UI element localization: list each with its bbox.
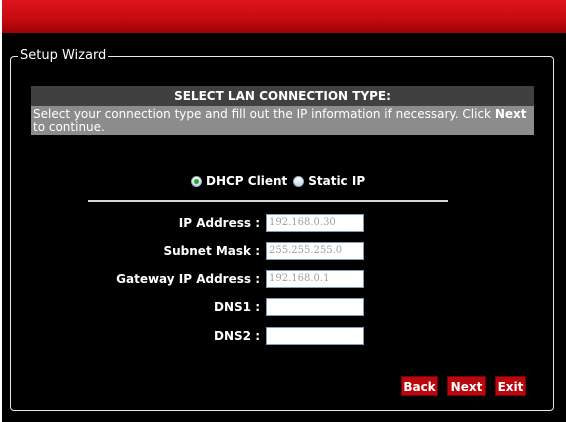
static-ip-radio[interactable]: [293, 175, 305, 187]
dns1-field[interactable]: [266, 298, 364, 316]
section-description: Select your connection type and fill out…: [31, 106, 534, 135]
exit-button[interactable]: Exit: [495, 376, 526, 396]
description-next-word: Next: [494, 107, 527, 121]
setup-wizard-legend: Setup Wizard: [18, 48, 109, 64]
ip-address-field[interactable]: 192.168.0.30: [266, 214, 364, 232]
dns2-label: DNS2 :: [214, 329, 260, 343]
dhcp-client-label[interactable]: DHCP Client: [206, 174, 287, 188]
divider: [88, 200, 448, 202]
gateway-ip-field[interactable]: 192.168.0.1: [266, 270, 364, 288]
ip-address-label: IP Address :: [178, 216, 260, 230]
description-text-end: to continue.: [33, 120, 105, 134]
dns2-field[interactable]: [266, 327, 364, 345]
description-text: Select your connection type and fill out…: [33, 107, 495, 121]
dhcp-client-radio[interactable]: [191, 175, 202, 187]
static-ip-label[interactable]: Static IP: [308, 174, 365, 188]
next-button[interactable]: Next: [447, 376, 486, 396]
top-banner: [2, 0, 566, 33]
subnet-mask-field[interactable]: 255.255.255.0: [266, 242, 364, 260]
section-title: SELECT LAN CONNECTION TYPE:: [31, 86, 534, 106]
back-button[interactable]: Back: [401, 376, 438, 396]
gateway-ip-label: Gateway IP Address :: [116, 272, 260, 286]
subnet-mask-label: Subnet Mask :: [163, 244, 260, 258]
dns1-label: DNS1 :: [214, 300, 260, 314]
connection-type-group: DHCP Client Static IP: [191, 173, 371, 189]
